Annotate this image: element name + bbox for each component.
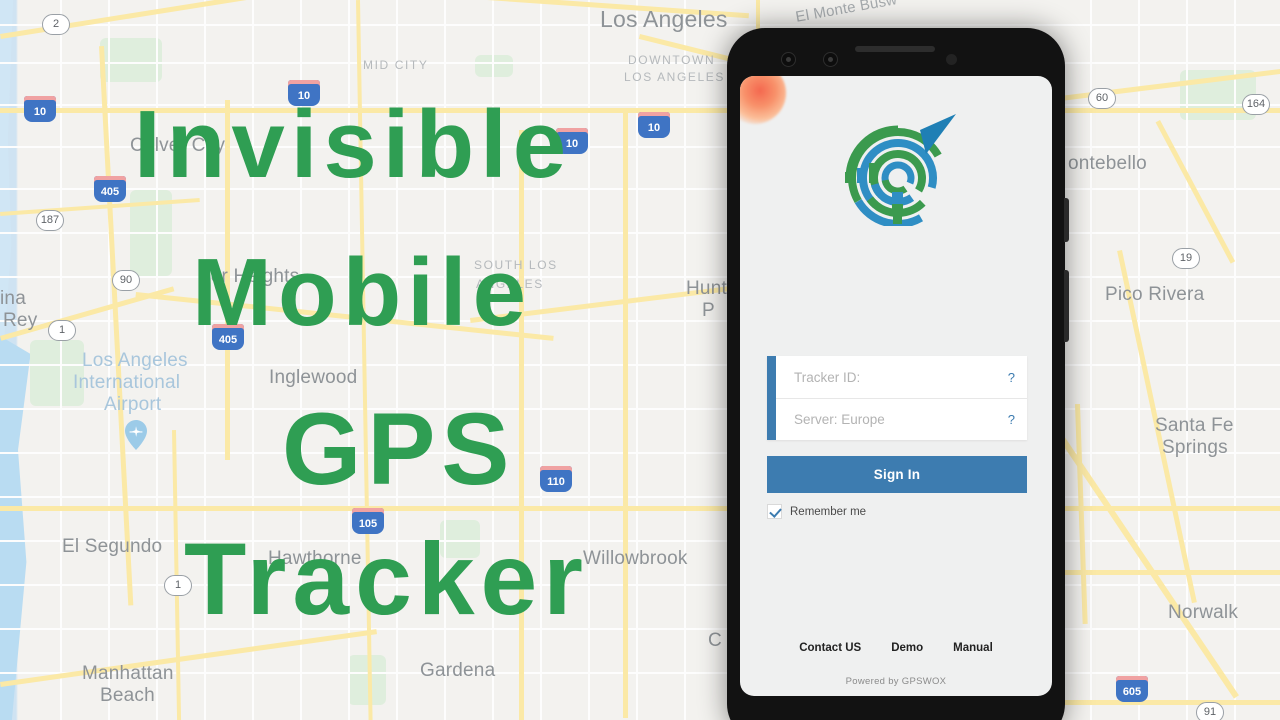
server-input[interactable]: [794, 412, 1006, 427]
tracker-id-help-icon[interactable]: ?: [1006, 370, 1017, 385]
server-help-icon[interactable]: ?: [1006, 412, 1017, 427]
map-label: International: [73, 372, 181, 393]
route-shield: 605: [1116, 676, 1148, 702]
map-highway: [1060, 570, 1280, 575]
map-road: [0, 232, 1280, 234]
remember-me-row: Remember me: [767, 504, 1027, 519]
map-label: ontebello: [1068, 153, 1147, 174]
tracker-id-row: ?: [776, 356, 1027, 398]
route-shield: 10: [24, 96, 56, 122]
demo-link[interactable]: Demo: [891, 642, 923, 654]
map-road: [0, 452, 1280, 454]
map-road: [0, 496, 1280, 498]
route-shield: 91: [1196, 702, 1224, 720]
map-label: El Segundo: [62, 536, 163, 557]
route-shield: 164: [1242, 94, 1270, 115]
contact-us-link[interactable]: Contact US: [799, 642, 861, 654]
proximity-sensor-icon: [946, 54, 957, 65]
map-label: Springs: [1162, 437, 1228, 458]
map-label: Manhattan: [82, 663, 174, 684]
map-road: [0, 364, 1280, 366]
phone-volume-button[interactable]: [1064, 270, 1069, 342]
front-camera-secondary-icon: [823, 52, 838, 67]
server-row: ?: [776, 398, 1027, 440]
route-shield: 187: [36, 210, 64, 231]
hero-line-3: GPS: [282, 392, 516, 506]
map-road: [0, 672, 1280, 674]
map-label: Los Angeles: [82, 350, 188, 371]
screenshot-root: Los Angeles MID CITY DOWNTOWN LOS ANGELE…: [0, 0, 1280, 720]
map-label: Los Angeles: [600, 6, 728, 32]
route-shield: 405: [94, 176, 126, 202]
map-label: Rey: [3, 310, 38, 331]
map-park: [475, 55, 513, 77]
powered-by-label: Powered by GPSWOX: [845, 676, 947, 687]
field-accent-bar: [767, 356, 776, 440]
map-label: DOWNTOWN: [628, 53, 716, 67]
route-shield: 1: [48, 320, 76, 341]
map-label: Hunt: [686, 278, 727, 299]
route-shield: 10: [638, 112, 670, 138]
map-highway: [1155, 120, 1236, 264]
earpiece-speaker: [855, 46, 935, 52]
hero-line-2: Mobile: [192, 239, 532, 346]
map-highway: [1075, 404, 1088, 625]
map-label: Santa Fe: [1155, 415, 1234, 436]
map-highway: [0, 629, 377, 687]
phone-power-button[interactable]: [1064, 198, 1069, 242]
map-label: Beach: [100, 685, 155, 706]
manual-link[interactable]: Manual: [953, 642, 993, 654]
map-road: [0, 408, 1280, 410]
map-label: El Monte Busw: [794, 0, 899, 26]
airport-pin-icon: [125, 420, 147, 450]
hero-line-1: Invisible: [134, 91, 573, 198]
remember-me-label: Remember me: [790, 505, 867, 518]
phone-screen: ? ? Sign In Remember me Contact US Demo …: [740, 76, 1052, 696]
map-label: MID CITY: [363, 58, 429, 72]
app-logo: [740, 108, 1052, 226]
map-label: LOS ANGELES: [624, 70, 725, 84]
map-highway: [0, 506, 1280, 511]
map-label: Airport: [104, 394, 162, 415]
remember-me-checkbox[interactable]: [767, 504, 782, 519]
tracker-id-input[interactable]: [794, 369, 1006, 385]
map-label: Gardena: [420, 660, 496, 681]
route-shield: 60: [1088, 88, 1116, 109]
gpswox-tracker-logo-icon: [845, 114, 956, 226]
credentials-fields: ? ?: [767, 356, 1027, 440]
map-highway: [623, 108, 628, 718]
route-shield: 19: [1172, 248, 1200, 269]
map-label: Inglewood: [269, 367, 358, 388]
login-form: ? ? Sign In Remember me: [767, 356, 1027, 519]
route-shield: 2: [42, 14, 70, 35]
footer-links: Contact US Demo Manual: [740, 642, 1052, 654]
front-camera-icon: [781, 52, 796, 67]
route-shield: 90: [112, 270, 140, 291]
map-label: Willowbrook: [583, 548, 688, 569]
map-label: Norwalk: [1168, 602, 1239, 623]
map-label: C: [708, 630, 722, 651]
map-label: Pico Rivera: [1105, 284, 1205, 305]
map-label: P: [702, 300, 715, 321]
map-highway: [99, 46, 134, 606]
map-highway: [1060, 700, 1280, 705]
route-shield: 110: [540, 466, 572, 492]
map-label: ina: [0, 288, 26, 309]
hero-line-4: Tracker: [184, 522, 589, 636]
sign-in-button[interactable]: Sign In: [767, 456, 1027, 493]
